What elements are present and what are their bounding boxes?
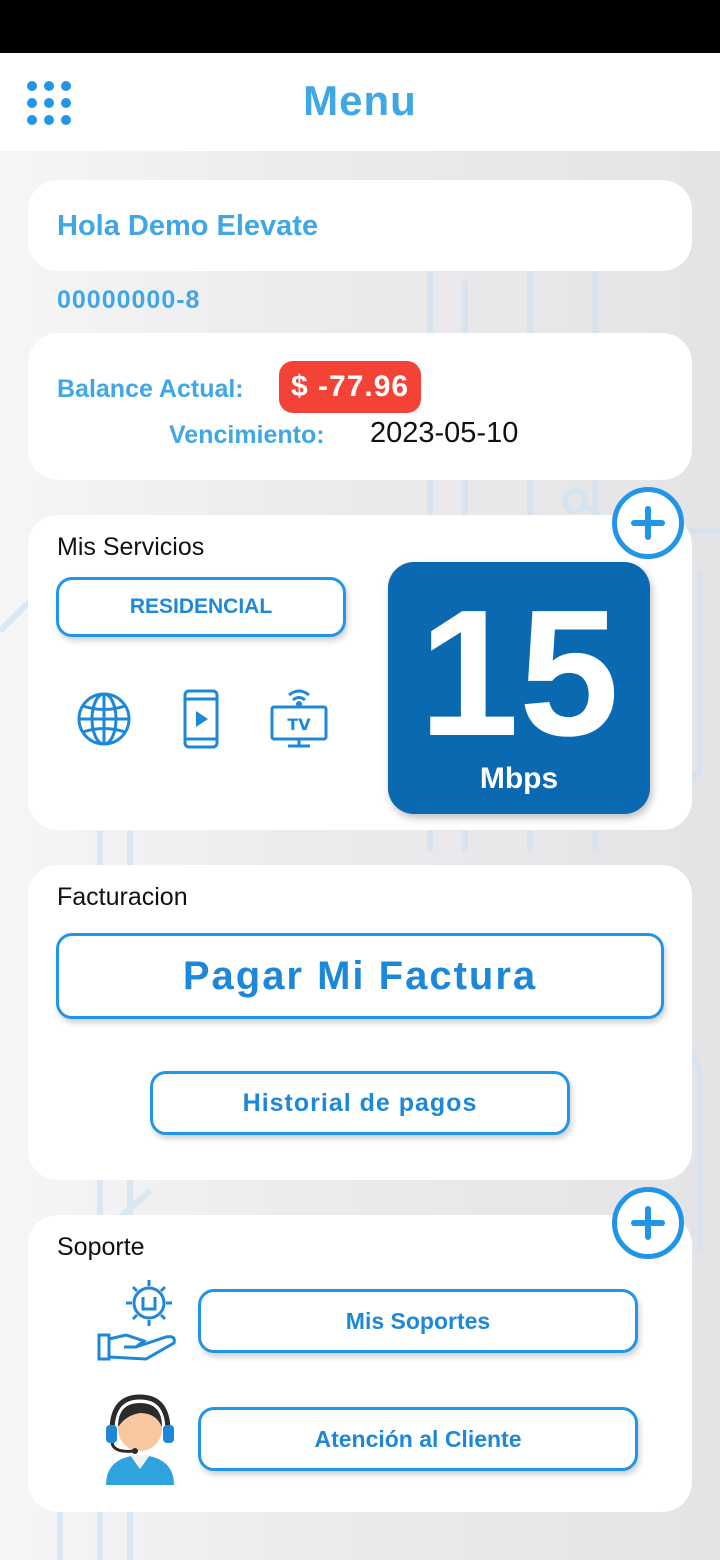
payment-history-button[interactable]: Historial de pagos xyxy=(150,1071,570,1135)
due-label: Vencimiento: xyxy=(169,421,325,449)
globe-icon xyxy=(77,692,131,746)
customer-service-agent-icon xyxy=(106,1394,174,1485)
services-title: Mis Servicios xyxy=(57,533,205,561)
speed-unit: Mbps xyxy=(479,762,559,795)
billing-title: Facturacion xyxy=(57,883,188,911)
client-id: 00000000-8 xyxy=(57,286,201,314)
balance-label: Balance Actual: xyxy=(57,375,244,403)
speed-value: 15 xyxy=(418,573,620,774)
support-gear-hand-icon xyxy=(97,1280,176,1361)
tv-wifi-icon: TV xyxy=(270,689,328,748)
add-service-button[interactable] xyxy=(612,487,684,559)
add-support-button[interactable] xyxy=(612,1187,684,1259)
mobile-play-icon xyxy=(183,689,219,749)
due-date: 2023-05-10 xyxy=(370,417,519,449)
customer-service-button[interactable]: Atención al Cliente xyxy=(198,1407,638,1471)
my-supports-button[interactable]: Mis Soportes xyxy=(198,1289,638,1353)
support-card: Soporte Mis Soportes Atención al Cliente xyxy=(28,1215,692,1512)
pay-invoice-button[interactable]: Pagar Mi Factura xyxy=(56,933,664,1019)
billing-card: Facturacion Pagar Mi Factura Historial d… xyxy=(28,865,692,1180)
services-card: Mis Servicios RESIDENCIAL TV 15 Mbps xyxy=(28,515,692,830)
balance-amount-badge: $ -77.96 xyxy=(279,361,422,413)
balance-card: Balance Actual: $ -77.96 Vencimiento: 20… xyxy=(28,333,692,480)
app-bar: Menu xyxy=(0,53,720,151)
speed-box: 15 Mbps xyxy=(388,562,650,814)
page-title: Menu xyxy=(303,77,417,124)
greeting-card: Hola Demo Elevate xyxy=(28,180,692,271)
svg-text:TV: TV xyxy=(287,715,311,734)
status-bar xyxy=(0,0,720,53)
residencial-button[interactable]: RESIDENCIAL xyxy=(56,577,346,637)
support-title: Soporte xyxy=(57,1233,145,1261)
greeting-text: Hola Demo Elevate xyxy=(57,210,319,242)
background: Hola Demo Elevate 00000000-8 Balance Act… xyxy=(0,151,720,1560)
